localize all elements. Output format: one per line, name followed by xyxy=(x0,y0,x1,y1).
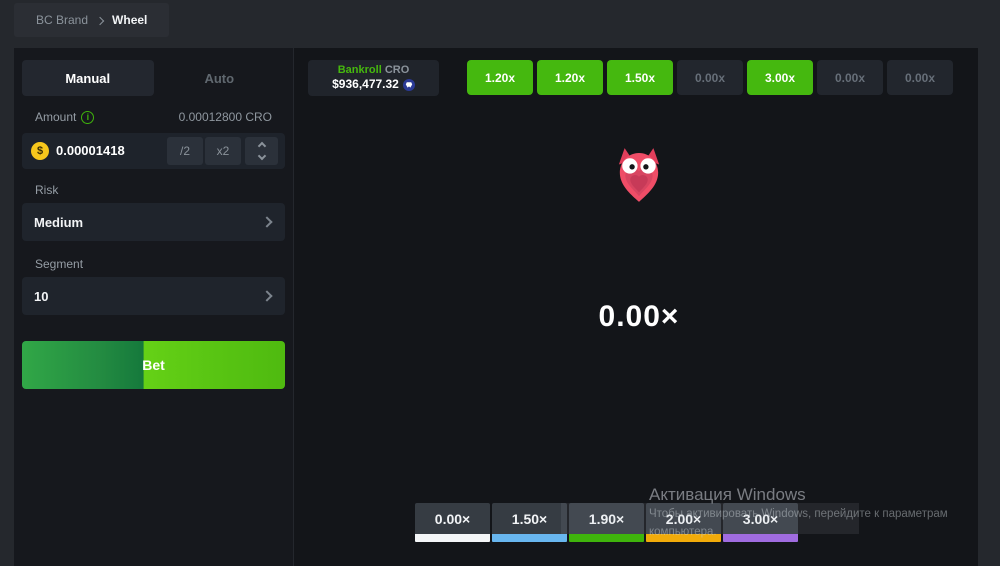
breadcrumb: BC Brand Wheel xyxy=(14,3,169,37)
breadcrumb-current-page: Wheel xyxy=(112,13,147,27)
legend-color-bar xyxy=(492,534,567,542)
half-amount-button[interactable]: /2 xyxy=(167,137,203,165)
legend-cell: 0.00× xyxy=(415,503,490,542)
balance-amount: 0.00012800 CRO xyxy=(179,110,272,124)
amount-input[interactable]: 0.00001418 xyxy=(56,133,125,169)
legend-color-bar xyxy=(569,534,644,542)
tab-auto[interactable]: Auto xyxy=(154,60,286,96)
history-result[interactable]: 0.00x xyxy=(677,60,743,95)
bankroll-header: Bankroll CRO xyxy=(338,64,410,78)
chevron-right-icon xyxy=(261,290,272,301)
double-amount-button[interactable]: x2 xyxy=(205,137,241,165)
legend-cell: 1.50× xyxy=(492,503,567,542)
bet-button[interactable]: Bet xyxy=(22,341,285,389)
windows-activation-title: Активация Windows xyxy=(649,485,806,505)
history-result[interactable]: 0.00x xyxy=(817,60,883,95)
amount-label: Amount i xyxy=(35,110,94,124)
risk-dropdown[interactable]: Medium xyxy=(22,203,285,241)
owl-logo-icon xyxy=(616,148,662,202)
windows-activation-text: Чтобы активировать Windows, перейдите к … xyxy=(649,508,979,520)
history-result[interactable]: 1.20x xyxy=(467,60,533,95)
legend-label: 1.50× xyxy=(492,503,567,534)
bet-controls-sidebar: Manual Auto Amount i 0.00012800 CRO $ 0.… xyxy=(14,48,294,566)
bankroll-amount: $936,477.32 xyxy=(332,77,399,92)
info-icon[interactable]: i xyxy=(81,111,94,124)
history-result[interactable]: 3.00x xyxy=(747,60,813,95)
bankroll-chip[interactable]: Bankroll CRO $936,477.32 xyxy=(308,60,439,96)
bankroll-label: Bankroll xyxy=(338,64,382,76)
risk-label: Risk xyxy=(35,183,58,197)
chevron-right-icon xyxy=(96,16,104,24)
windows-activation-text: компьютера. xyxy=(649,526,717,538)
game-panel: Manual Auto Amount i 0.00012800 CRO $ 0.… xyxy=(14,48,978,566)
chevron-right-icon xyxy=(261,216,272,227)
history-result[interactable]: 1.20x xyxy=(537,60,603,95)
segment-label: Segment xyxy=(35,257,83,271)
tab-manual[interactable]: Manual xyxy=(22,60,154,96)
amount-label-text: Amount xyxy=(35,110,76,124)
mode-tabs: Manual Auto xyxy=(22,60,285,96)
wheel-game-page: BC Brand Wheel Manual Auto Amount i 0.00… xyxy=(0,0,1000,566)
amount-stepper[interactable] xyxy=(245,137,278,165)
history-result[interactable]: 0.00x xyxy=(887,60,953,95)
legend-color-bar xyxy=(723,534,798,542)
risk-value: Medium xyxy=(34,215,83,230)
game-area: Bankroll CRO $936,477.32 1.20x 1.20x 1.5… xyxy=(295,48,978,566)
bankroll-currency: CRO xyxy=(385,64,409,76)
cro-coin-icon xyxy=(403,79,415,91)
dollar-coin-icon: $ xyxy=(31,142,49,160)
legend-label: 0.00× xyxy=(415,503,490,534)
breadcrumb-brand-link[interactable]: BC Brand xyxy=(36,13,88,27)
segment-dropdown[interactable]: 10 xyxy=(22,277,285,315)
result-multiplier: 0.00× xyxy=(539,300,739,334)
bankroll-amount-row: $936,477.32 xyxy=(332,77,415,92)
results-history: 1.20x 1.20x 1.50x 0.00x 3.00x 0.00x 0.00… xyxy=(467,60,953,95)
amount-input-row: $ 0.00001418 /2 x2 xyxy=(22,133,285,169)
segment-value: 10 xyxy=(34,289,48,304)
legend-color-bar xyxy=(415,534,490,542)
history-result[interactable]: 1.50x xyxy=(607,60,673,95)
amount-header: Amount i 0.00012800 CRO xyxy=(22,110,285,124)
step-up-icon[interactable] xyxy=(257,142,265,150)
step-down-icon[interactable] xyxy=(257,152,265,160)
